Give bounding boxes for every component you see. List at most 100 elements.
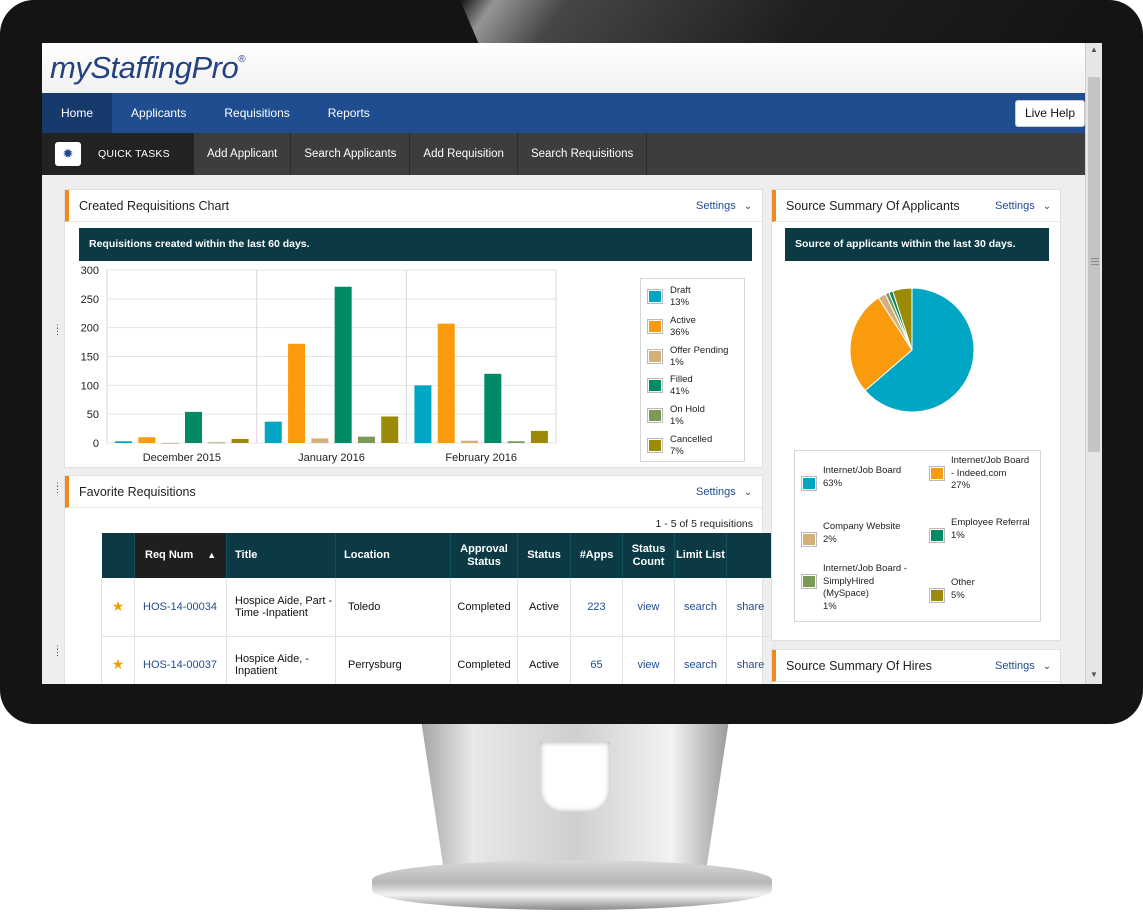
bar — [334, 286, 352, 443]
view-link[interactable]: view — [622, 578, 675, 637]
table-header-row: Req Num ▲ Title Location Approval Status … — [101, 533, 775, 578]
req-status: Active — [517, 636, 571, 684]
chevron-down-icon: ⌄ — [1042, 661, 1052, 672]
chevron-down-icon: ⌄ — [743, 487, 753, 498]
legend-label: Draft 13% — [670, 285, 691, 308]
legend-swatch — [801, 476, 817, 491]
nav-reports[interactable]: Reports — [309, 93, 389, 133]
table-row: ★ HOS-14-00037 Hospice Aide, -Inpatient … — [101, 636, 775, 684]
scroll-up-icon[interactable]: ▲ — [1086, 43, 1102, 57]
panel-title: Created Requisitions Chart — [79, 199, 230, 213]
bar — [507, 441, 525, 443]
req-approval-status: Completed — [450, 636, 518, 684]
column-favorite — [101, 533, 135, 578]
drag-handle-icon[interactable]: ⋮ ⋮ — [53, 324, 62, 336]
panel-title: Source Summary Of Applicants — [786, 199, 960, 213]
bar-chart: 0 50 100 150 200 250 300 December 2015 January 2… — [81, 265, 557, 464]
quick-search-requisitions[interactable]: Search Requisitions — [518, 133, 648, 175]
settings-label: Settings — [995, 200, 1035, 212]
column-status[interactable]: Status — [517, 533, 571, 578]
req-location: Perrysburg — [335, 636, 451, 684]
column-status-count: Status Count — [622, 533, 675, 578]
bar — [161, 443, 179, 444]
y-tick-label: 50 — [87, 409, 99, 421]
legend-swatch — [647, 289, 663, 304]
settings-dropdown[interactable]: Settings ⌄ — [696, 486, 752, 498]
sort-ascending-icon[interactable]: ▲ — [207, 549, 216, 562]
bar — [231, 438, 249, 443]
share-link[interactable]: share — [726, 578, 775, 637]
settings-label: Settings — [995, 660, 1035, 672]
quick-add-applicant[interactable]: Add Applicant — [194, 133, 292, 175]
nav-requisitions[interactable]: Requisitions — [205, 93, 308, 133]
y-tick-label: 250 — [81, 294, 99, 306]
bar — [357, 436, 375, 443]
settings-dropdown[interactable]: Settings ⌄ — [995, 200, 1051, 212]
legend-swatch — [929, 528, 945, 543]
main-nav: Home Applicants Requisitions Reports Liv… — [42, 93, 1085, 133]
scrollbar-thumb[interactable]: — — — — [1088, 77, 1100, 452]
settings-dropdown[interactable]: Settings ⌄ — [995, 660, 1051, 672]
legend-label: Internet/Job Board - SimplyHired (MySpac… — [823, 563, 907, 612]
bar — [461, 440, 479, 443]
nav-applicants[interactable]: Applicants — [112, 93, 205, 133]
monitor-stand-cutout — [540, 742, 610, 812]
app-logo[interactable]: myStaffingPro® — [50, 50, 246, 86]
bar — [381, 416, 399, 443]
drag-handle-icon[interactable]: ⋮ ⋮ — [53, 645, 62, 657]
view-link[interactable]: view — [622, 636, 675, 684]
scroll-down-icon[interactable]: ▼ — [1086, 668, 1102, 682]
req-num-link[interactable]: HOS-14-00037 — [134, 636, 227, 684]
share-link[interactable]: share — [726, 636, 775, 684]
quick-add-requisition[interactable]: Add Requisition — [410, 133, 518, 175]
nav-home[interactable]: Home — [42, 93, 113, 133]
favorite-star-icon[interactable]: ★ — [101, 636, 135, 684]
search-link[interactable]: search — [674, 578, 727, 637]
bar — [484, 373, 502, 443]
column-title[interactable]: Title — [226, 533, 336, 578]
logo-text: myStaffingPro — [50, 50, 239, 85]
y-tick-label: 200 — [81, 323, 99, 335]
page-scrollbar[interactable]: ▲ — — — ▼ — [1085, 43, 1102, 684]
table-row: ★ HOS-14-00034 Hospice Aide, Part -Time … — [101, 578, 775, 637]
bar — [208, 442, 226, 444]
column-location[interactable]: Location — [335, 533, 451, 578]
bar — [264, 421, 282, 443]
search-link[interactable]: search — [674, 636, 727, 684]
pie-chart — [849, 287, 975, 413]
favorite-star-icon[interactable]: ★ — [101, 578, 135, 637]
bar — [115, 441, 133, 443]
pie-banner: Source of applicants within the last 30 … — [785, 228, 1049, 261]
chevron-down-icon: ⌄ — [743, 201, 753, 212]
chart-banner: Requisitions created within the last 60 … — [79, 228, 752, 261]
quick-search-applicants[interactable]: Search Applicants — [291, 133, 411, 175]
quick-tasks-label[interactable]: ✹ QUICK TASKS — [42, 133, 194, 175]
panel-title: Favorite Requisitions — [79, 485, 196, 499]
y-tick-label: 150 — [81, 352, 99, 364]
legend-swatch — [929, 588, 945, 603]
quick-tasks-bar: ✹ QUICK TASKS Add Applicant Search Appli… — [42, 133, 1085, 175]
source-applicants-panel: Source Summary Of Applicants Settings ⌄ S… — [771, 189, 1061, 641]
favorites-table: Req Num ▲ Title Location Approval Status … — [101, 533, 775, 684]
x-tick-label: January 2016 — [298, 452, 365, 464]
column-req-num[interactable]: Req Num ▲ — [134, 533, 227, 578]
column-limit-list: Limit List — [674, 533, 727, 578]
live-help-button[interactable]: Live Help — [1014, 100, 1085, 127]
gear-icon[interactable]: ✹ — [55, 142, 81, 166]
bar — [414, 385, 432, 443]
source-hires-panel: Source Summary Of Hires Settings ⌄ — [771, 649, 1061, 684]
panel-title: Source Summary Of Hires — [786, 659, 932, 673]
logo-bar: myStaffingPro® — [42, 43, 1085, 93]
drag-handle-icon[interactable]: ⋮ ⋮ — [53, 482, 62, 494]
settings-dropdown[interactable]: Settings ⌄ — [696, 200, 752, 212]
req-num-link[interactable]: HOS-14-00034 — [134, 578, 227, 637]
apps-count-link[interactable]: 65 — [570, 636, 623, 684]
legend-label: Internet/Job Board 63% — [823, 465, 902, 489]
legend-swatch — [647, 408, 663, 424]
panel-header: Favorite Requisitions Settings ⌄ — [65, 476, 762, 508]
column-apps[interactable]: #Apps — [570, 533, 623, 578]
bar — [184, 411, 202, 443]
apps-count-link[interactable]: 223 — [570, 578, 623, 637]
bar — [437, 323, 455, 443]
column-approval-status[interactable]: Approval Status — [450, 533, 518, 578]
